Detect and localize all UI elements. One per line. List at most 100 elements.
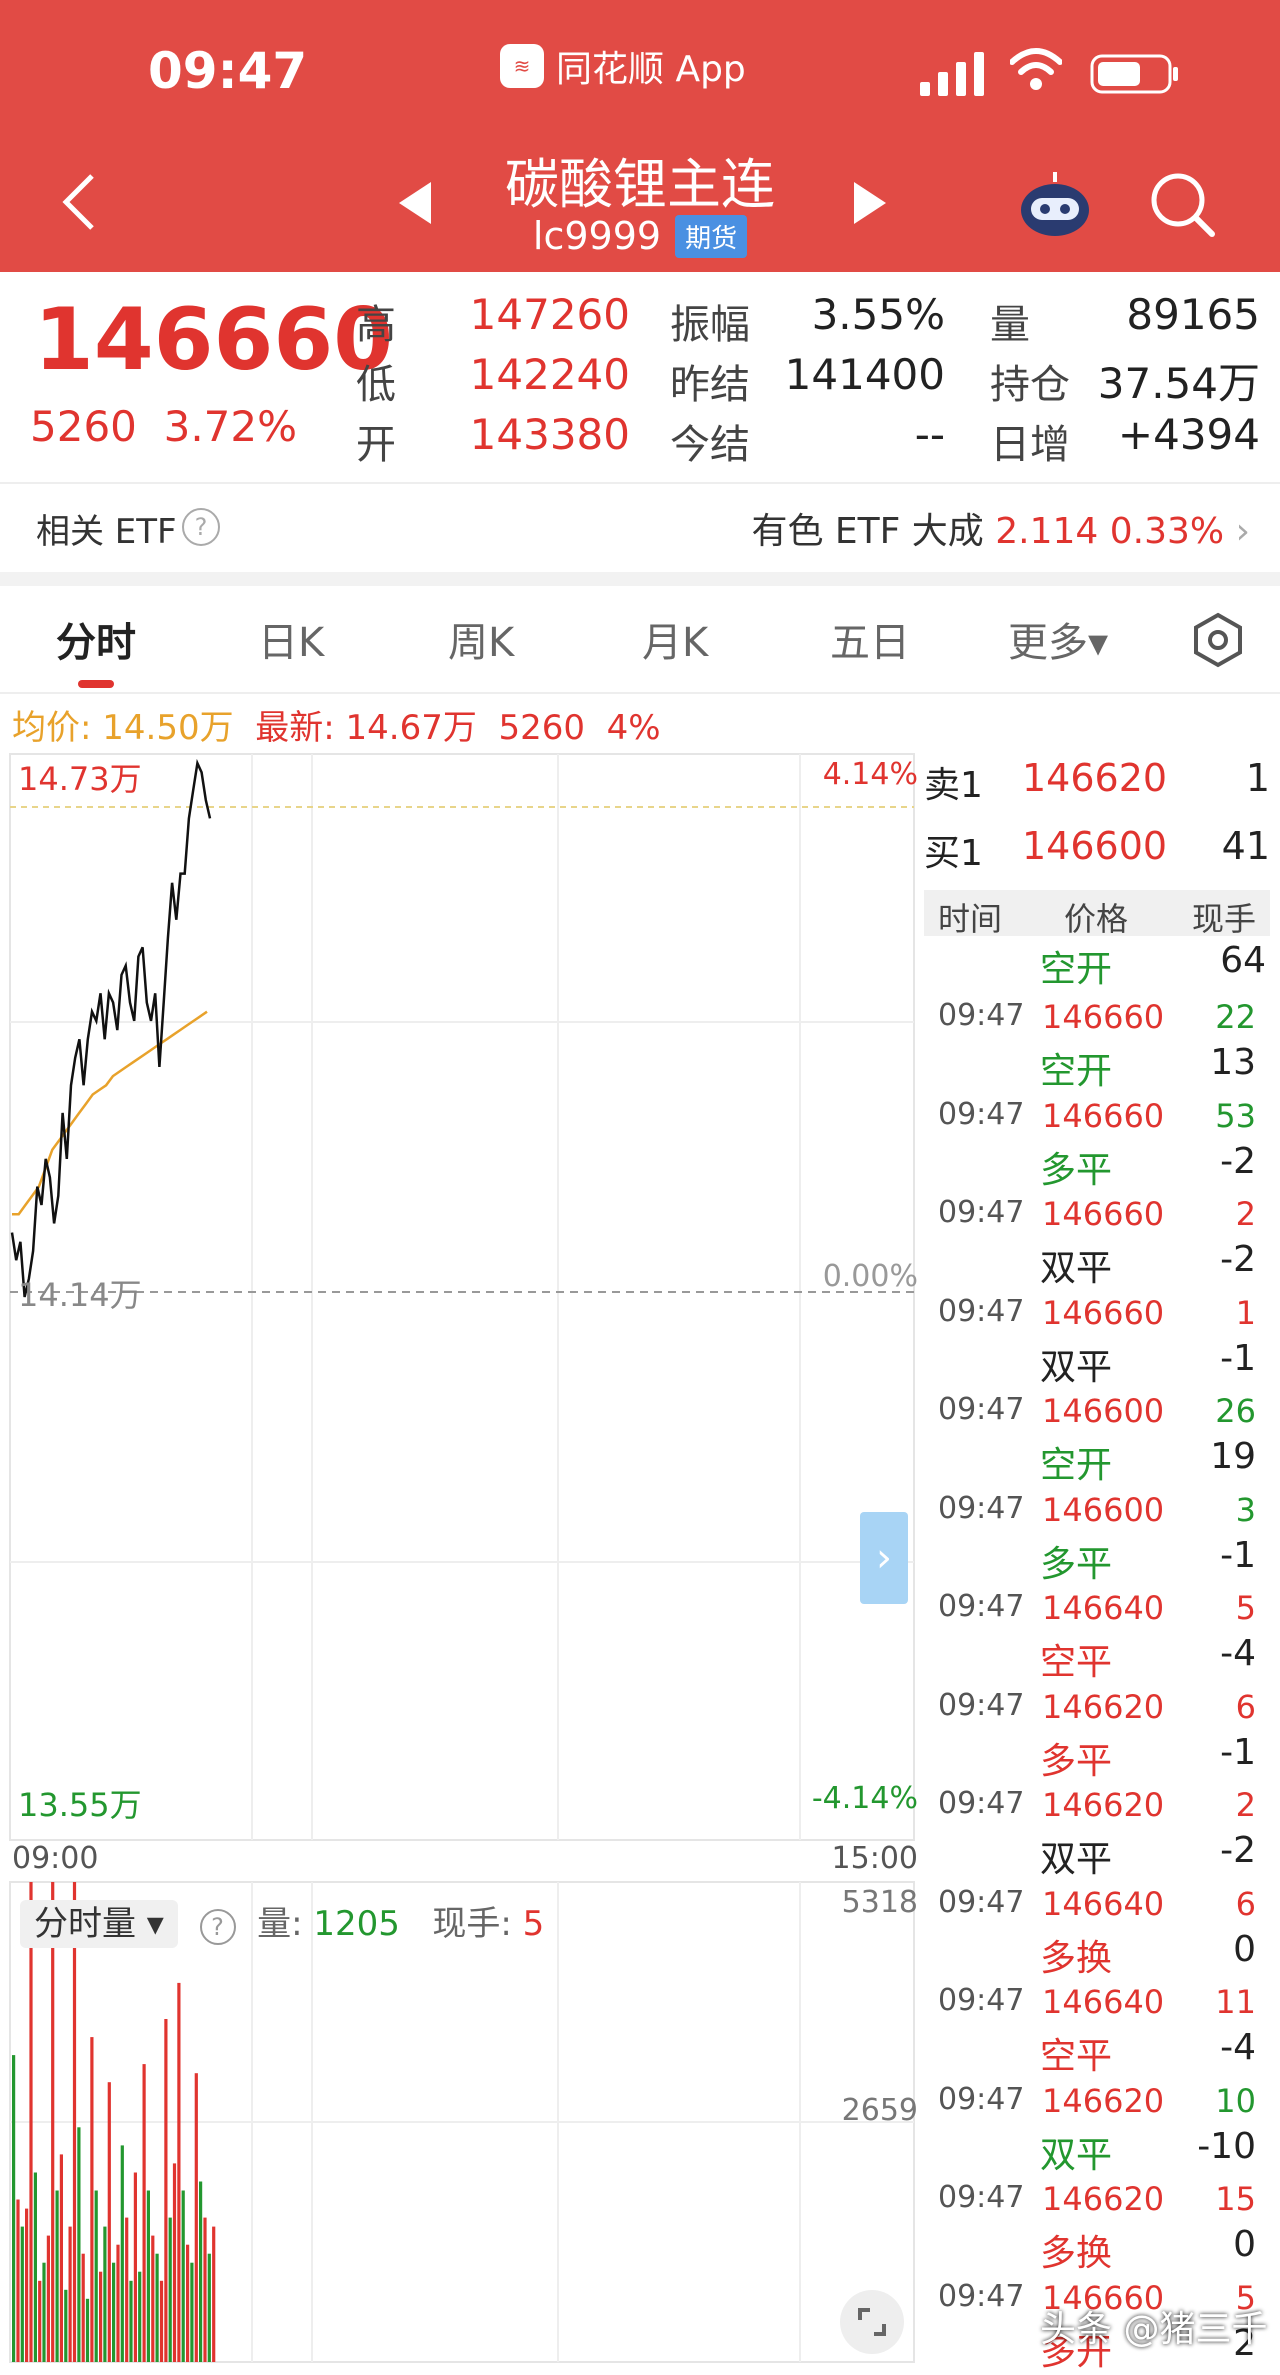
fullscreen-icon[interactable]	[840, 2290, 904, 2354]
etf-price: 2.114	[995, 511, 1099, 552]
tick-list: 09:47 146660 22 空开 13 09:47 146660 53 多平 -2 09:47 1…	[924, 994, 1270, 2373]
volume-bar	[94, 2190, 98, 2362]
volume-bar	[25, 2208, 29, 2362]
volume-bar	[38, 2280, 42, 2362]
volume-bar	[85, 2298, 90, 2362]
volume-bar	[107, 2082, 111, 2362]
tick-time: 09:47	[938, 1096, 1025, 1132]
volume-bar	[151, 2235, 155, 2362]
tick-time: 09:47	[938, 2180, 1025, 2215]
low-label: 低	[356, 362, 396, 408]
tick-change: -1	[1220, 1337, 1256, 1379]
tick-type: 双平	[1040, 1248, 1113, 1289]
tick-first-type: 空开	[1040, 940, 1112, 992]
vol-label-top: 5318	[842, 1885, 918, 1920]
tick-price: 146640	[1042, 1589, 1165, 1627]
bid-label: 买1	[924, 833, 983, 874]
tick-price: 146640	[1042, 1884, 1165, 1923]
tick-row: 09:47 146660 53 多平 -2	[924, 1093, 1270, 1192]
prev-settle-label: 昨结	[670, 362, 750, 408]
tick-type: 空开	[1040, 1445, 1113, 1486]
volume-bar	[103, 2226, 107, 2362]
tick-type: 多平	[1040, 1740, 1113, 1782]
tab-more[interactable]: 更多▾	[1008, 610, 1108, 668]
volume-bar	[99, 2271, 103, 2362]
tick-change: -4	[1220, 2027, 1256, 2068]
volume-bar	[181, 2190, 185, 2362]
ask-label: 卖1	[924, 765, 983, 806]
y-pct-mid: 0.00%	[823, 1259, 918, 1294]
change-percent: 3.72%	[163, 402, 298, 451]
tab-daily-k[interactable]: 日K	[258, 610, 324, 668]
tick-type: 多平	[1040, 1543, 1113, 1585]
volume-bar	[72, 1882, 77, 2362]
amplitude-value: 3.55%	[811, 290, 945, 339]
avg-price-line	[12, 1010, 208, 1216]
tick-change: -1	[1220, 1731, 1256, 1773]
last-price: 146660	[34, 290, 394, 390]
tab-five-day[interactable]: 五日	[830, 610, 910, 668]
tick-row: 09:47 146600 26 空开 19	[924, 1388, 1270, 1487]
volume-bar	[203, 2217, 207, 2362]
intraday-chart[interactable]: 14.73万 14.14万 13.55万 4.14% 0.00% -4.14% …	[0, 740, 924, 1870]
etf-quote[interactable]: 有色 ETF 大成 2.114 0.33% ›	[751, 502, 1250, 554]
volume-bar	[133, 2172, 137, 2362]
tab-weekly-k[interactable]: 周K	[448, 610, 514, 668]
open-interest-value: 37.54万	[1097, 359, 1260, 408]
tick-row: 09:47 146660 2 双平 -2	[924, 1191, 1270, 1290]
tick-time: 09:47	[938, 2081, 1025, 2117]
tick-change: -4	[1220, 1633, 1256, 1674]
help-icon[interactable]: ?	[182, 508, 220, 546]
x-label-start: 09:00	[12, 1841, 98, 1870]
tick-time: 09:47	[938, 1786, 1025, 1821]
tick-volume: 53	[1215, 1096, 1256, 1135]
volume-bar	[20, 2226, 24, 2362]
signal-icon	[920, 52, 984, 96]
volume-bar	[81, 2253, 85, 2362]
ask-row: 卖1 146620 1	[924, 750, 1280, 816]
tick-price: 146600	[1042, 1490, 1165, 1529]
tick-volume: 3	[1235, 1490, 1256, 1529]
settings-icon[interactable]	[1190, 612, 1246, 668]
y-label-mid: 14.14万	[18, 1276, 142, 1314]
tick-row: 09:47 146620 6 多平 -1	[924, 1684, 1270, 1783]
app-indicator[interactable]: ≋ 同花顺 App	[500, 40, 746, 92]
high-value: 147260	[469, 290, 630, 339]
watermark: 头条 @猪三千	[1040, 2309, 1268, 2350]
tick-row: 09:47 146660 1 双平 -1	[924, 1290, 1270, 1389]
tick-price: 146640	[1042, 1983, 1165, 2021]
next-contract-icon[interactable]	[850, 180, 890, 226]
volume-bar	[142, 2064, 146, 2362]
tick-change: -10	[1197, 2125, 1256, 2167]
volume-bar	[90, 2037, 94, 2362]
ticks-header-price: 价格	[1064, 900, 1129, 938]
tab-monthly-k[interactable]: 月K	[642, 610, 708, 668]
daily-increase-label: 日增	[990, 422, 1070, 468]
wifi-icon	[1010, 48, 1062, 90]
tick-type: 多换	[1040, 2233, 1113, 2274]
search-icon[interactable]	[1150, 172, 1216, 238]
ticks-header: 时间 价格 现手	[924, 890, 1270, 938]
tab-intraday[interactable]: 分时	[56, 610, 136, 668]
futures-badge: 期货	[675, 214, 748, 258]
tick-row: 09:47 146640 5 空平 -4	[924, 1585, 1270, 1684]
ask-volume: 1	[1245, 756, 1270, 800]
tick-type: 多换	[1040, 1937, 1113, 1979]
daily-increase-value: +4394	[1117, 410, 1260, 459]
tick-price: 146660	[1042, 1096, 1165, 1135]
y-label-bottom: 13.55万	[18, 1786, 142, 1824]
volume-bar	[177, 1982, 181, 2362]
volume-value: 89165	[1126, 290, 1260, 339]
vol-label: 量:	[257, 1904, 303, 1944]
help-icon[interactable]: ?	[199, 1909, 236, 1945]
volume-chart[interactable]: 5318 2659	[0, 1880, 924, 2364]
volume-bar	[212, 2226, 216, 2362]
open-label: 开	[356, 422, 396, 468]
volume-bar	[159, 2280, 164, 2362]
volume-type-dropdown[interactable]: 分时量 ▾	[20, 1900, 178, 1948]
volume-bar	[199, 2181, 203, 2362]
expand-panel-button[interactable]: ›	[860, 1512, 908, 1604]
tick-time: 09:47	[938, 1490, 1025, 1526]
robot-assistant-icon[interactable]	[1015, 170, 1095, 240]
section-divider	[0, 572, 1280, 586]
